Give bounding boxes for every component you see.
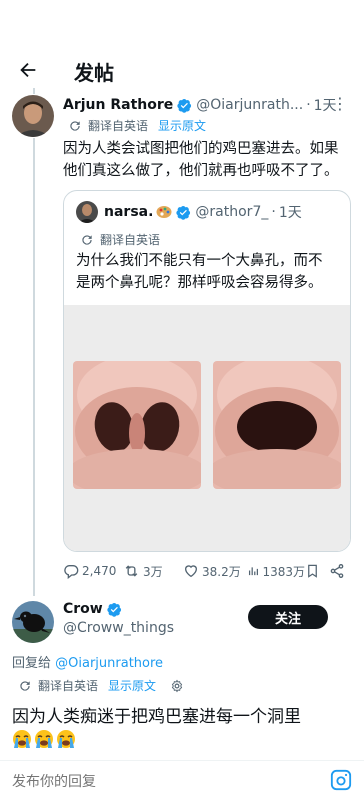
palette-emoji-icon <box>156 205 172 219</box>
views-stat[interactable]: 1383万 <box>247 563 305 580</box>
original-post-text: 因为人类会试图把他们的鸡巴塞进去。如果 他们真这么做了，他们就再也呼吸不了了。 <box>63 138 358 182</box>
thread-line <box>33 138 35 596</box>
avatar-original[interactable] <box>12 95 54 137</box>
quoted-media-image[interactable] <box>64 305 350 551</box>
thread-line-top <box>33 88 35 94</box>
camera-icon <box>330 769 352 791</box>
post-text-line: 为什么我们不能只有一个大鼻孔，而不 <box>76 253 323 269</box>
reply-input[interactable] <box>12 774 312 790</box>
translate-bar: 翻译自英语 显示原文 <box>68 117 206 134</box>
nostrils-two-image <box>73 361 201 489</box>
quoted-post-text: 为什么我们不能只有一个大鼻孔，而不 是两个鼻孔呢？那样呼吸会容易得多。 <box>76 250 346 294</box>
camera-button[interactable] <box>330 769 352 791</box>
reply-handle-row: @Croww_things <box>63 620 174 636</box>
reply-to-label: 回复给 <box>12 656 52 671</box>
crying-emojis <box>12 729 76 749</box>
heart-icon <box>184 565 198 578</box>
reply-count: 2,470 <box>82 564 117 578</box>
reply-text: 因为人类痴迷于把鸡巴塞进每一个洞里 <box>12 707 301 727</box>
quoted-post-card[interactable]: narsa. @rathor7_ · 1天 翻译自英语 为什么我们不能只有一个大… <box>63 190 351 552</box>
translate-icon <box>82 234 92 245</box>
bookmark-icon <box>308 564 317 578</box>
verified-badge-icon <box>107 602 122 617</box>
share-icon <box>330 564 344 578</box>
gear-icon <box>171 679 183 692</box>
nostril-single-image <box>213 361 341 489</box>
replying-to: 回复给 @Oiarjunrathore <box>12 652 163 671</box>
post-text-line: 因为人类会试图把他们的鸡巴塞进去。如果 <box>63 141 339 157</box>
reply-to-mention[interactable]: @Oiarjunrathore <box>55 656 163 671</box>
translated-from-label: 翻译自英语 <box>100 233 161 247</box>
top-bar: 发帖 <box>0 0 364 88</box>
reply-translate-bar: 翻译自英语 显示原文 <box>18 677 184 694</box>
translated-from-label: 翻译自英语 <box>38 679 99 693</box>
reply-author-name[interactable]: Crow <box>63 601 103 617</box>
loudly-crying-face-icon <box>13 730 31 748</box>
verified-badge-icon <box>176 205 191 220</box>
post-text-line: 他们真这么做了，他们就再也呼吸不了了。 <box>63 163 339 179</box>
bookmark-button[interactable] <box>305 563 329 579</box>
separator-dot: · <box>271 204 276 220</box>
like-button[interactable]: 38.2万 <box>183 563 247 580</box>
translation-settings-button[interactable] <box>170 679 184 693</box>
author-name[interactable]: Arjun Rathore <box>63 97 173 113</box>
page-title: 发帖 <box>74 61 114 85</box>
reply-author: Crow <box>63 601 122 617</box>
retweet-icon <box>125 565 138 577</box>
translate-icon <box>70 120 80 131</box>
loudly-crying-face-icon <box>57 730 75 748</box>
quoted-translate-bar: 翻译自英语 <box>80 231 160 248</box>
quoted-author-handle: @rathor7_ <box>195 204 269 220</box>
original-author: Arjun Rathore @Oiarjunrath... · 1天 <box>63 95 337 115</box>
like-count: 38.2万 <box>202 564 241 579</box>
quoted-post-time: 1天 <box>278 205 302 221</box>
retweet-count: 3万 <box>143 564 163 579</box>
reply-icon <box>64 565 79 579</box>
post-text-line: 是两个鼻孔呢？那样呼吸会容易得多。 <box>76 275 323 291</box>
show-original-link[interactable]: 显示原文 <box>158 117 206 134</box>
follow-button[interactable]: 关注 <box>248 605 328 629</box>
quoted-author-name: narsa. <box>104 204 154 220</box>
loudly-crying-face-icon <box>35 730 53 748</box>
view-count: 1383万 <box>262 564 305 579</box>
reply-author-handle[interactable]: @Croww_things <box>63 620 174 636</box>
quoted-author: narsa. @rathor7_ · 1天 <box>104 202 302 222</box>
avatar-reply[interactable] <box>12 601 54 643</box>
separator-dot: · <box>306 97 311 113</box>
more-options-button[interactable]: ⋮ <box>332 94 349 113</box>
retweet-button[interactable]: 3万 <box>123 563 183 580</box>
author-handle[interactable]: @Oiarjunrath... <box>196 97 303 113</box>
back-button[interactable] <box>14 56 42 84</box>
share-button[interactable] <box>329 563 348 579</box>
avatar-quoted <box>76 201 98 223</box>
post-actions-bar: 2,470 3万 38.2万 1383万 <box>63 561 353 581</box>
reply-compose-bar <box>0 761 364 800</box>
reply-button[interactable]: 2,470 <box>63 563 121 579</box>
views-chart-icon <box>248 567 259 576</box>
show-original-link[interactable]: 显示原文 <box>108 677 156 694</box>
translated-from-label: 翻译自英语 <box>88 119 149 133</box>
translate-icon <box>20 680 30 691</box>
verified-badge-icon <box>177 98 192 113</box>
arrow-left-icon <box>20 62 36 78</box>
